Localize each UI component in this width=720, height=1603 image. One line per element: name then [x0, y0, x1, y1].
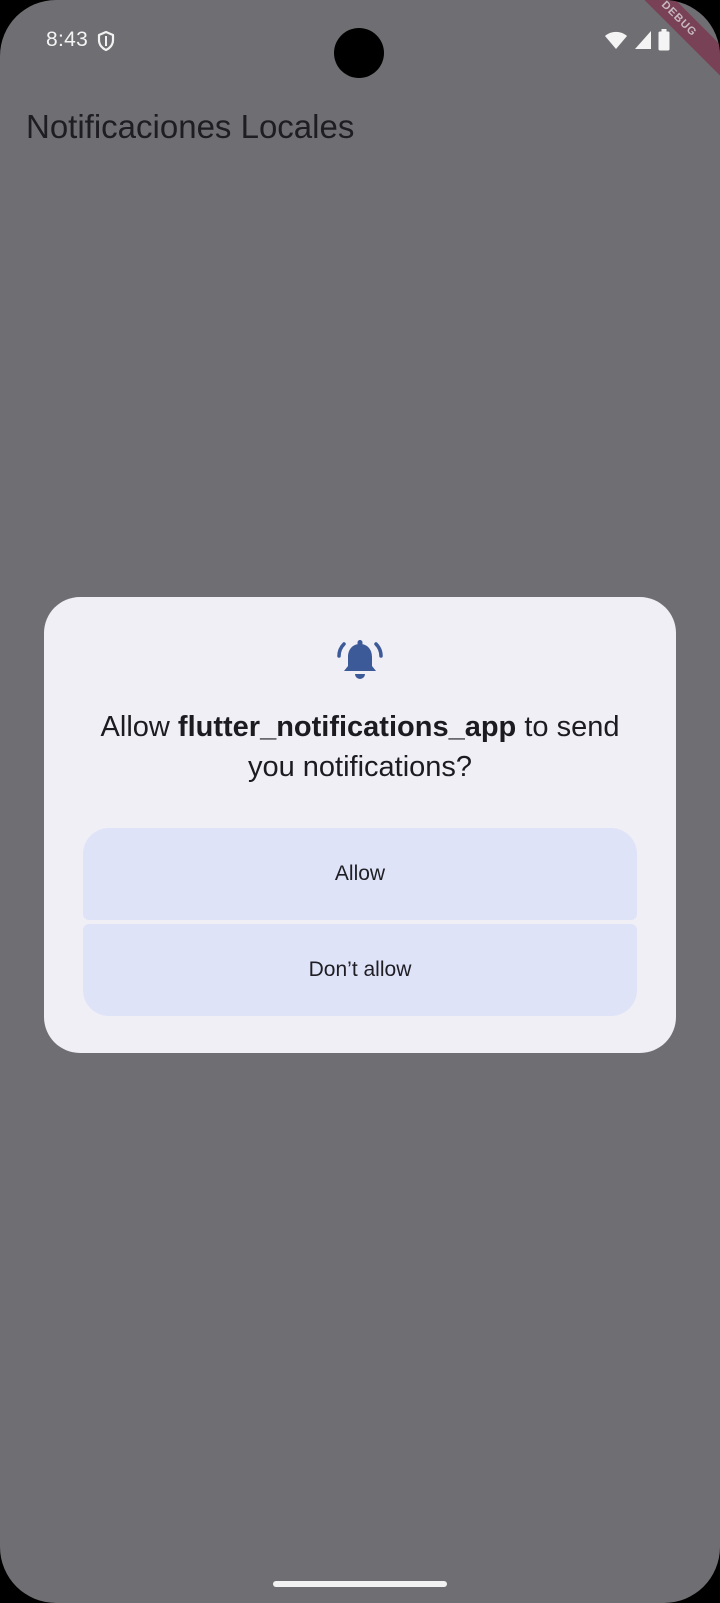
message-prefix: Allow [100, 711, 178, 743]
app-bar-title: Notificaciones Locales [26, 108, 355, 145]
status-right-icons [604, 28, 670, 56]
allow-button[interactable]: Allow [83, 828, 637, 920]
battery-icon [658, 28, 670, 56]
signal-icon [634, 30, 652, 55]
notification-bell-icon [335, 635, 385, 685]
shield-icon [96, 30, 116, 52]
wifi-icon [604, 30, 628, 55]
app-name: flutter_notifications_app [177, 711, 517, 743]
dialog-button-group: Allow Don’t allow [83, 828, 637, 1020]
phone-screen: 8:43 DEBUG Notificaciones Locales Allow … [0, 0, 720, 1603]
notification-permission-dialog: Allow flutter_notifications_app to send … [44, 597, 676, 1053]
home-indicator[interactable] [273, 1581, 447, 1587]
camera-cutout [334, 28, 384, 78]
dialog-message: Allow flutter_notifications_app to send … [74, 707, 646, 787]
status-bar: 8:43 DEBUG [0, 0, 720, 90]
dont-allow-button[interactable]: Don’t allow [83, 924, 637, 1016]
status-time: 8:43 [46, 28, 89, 51]
